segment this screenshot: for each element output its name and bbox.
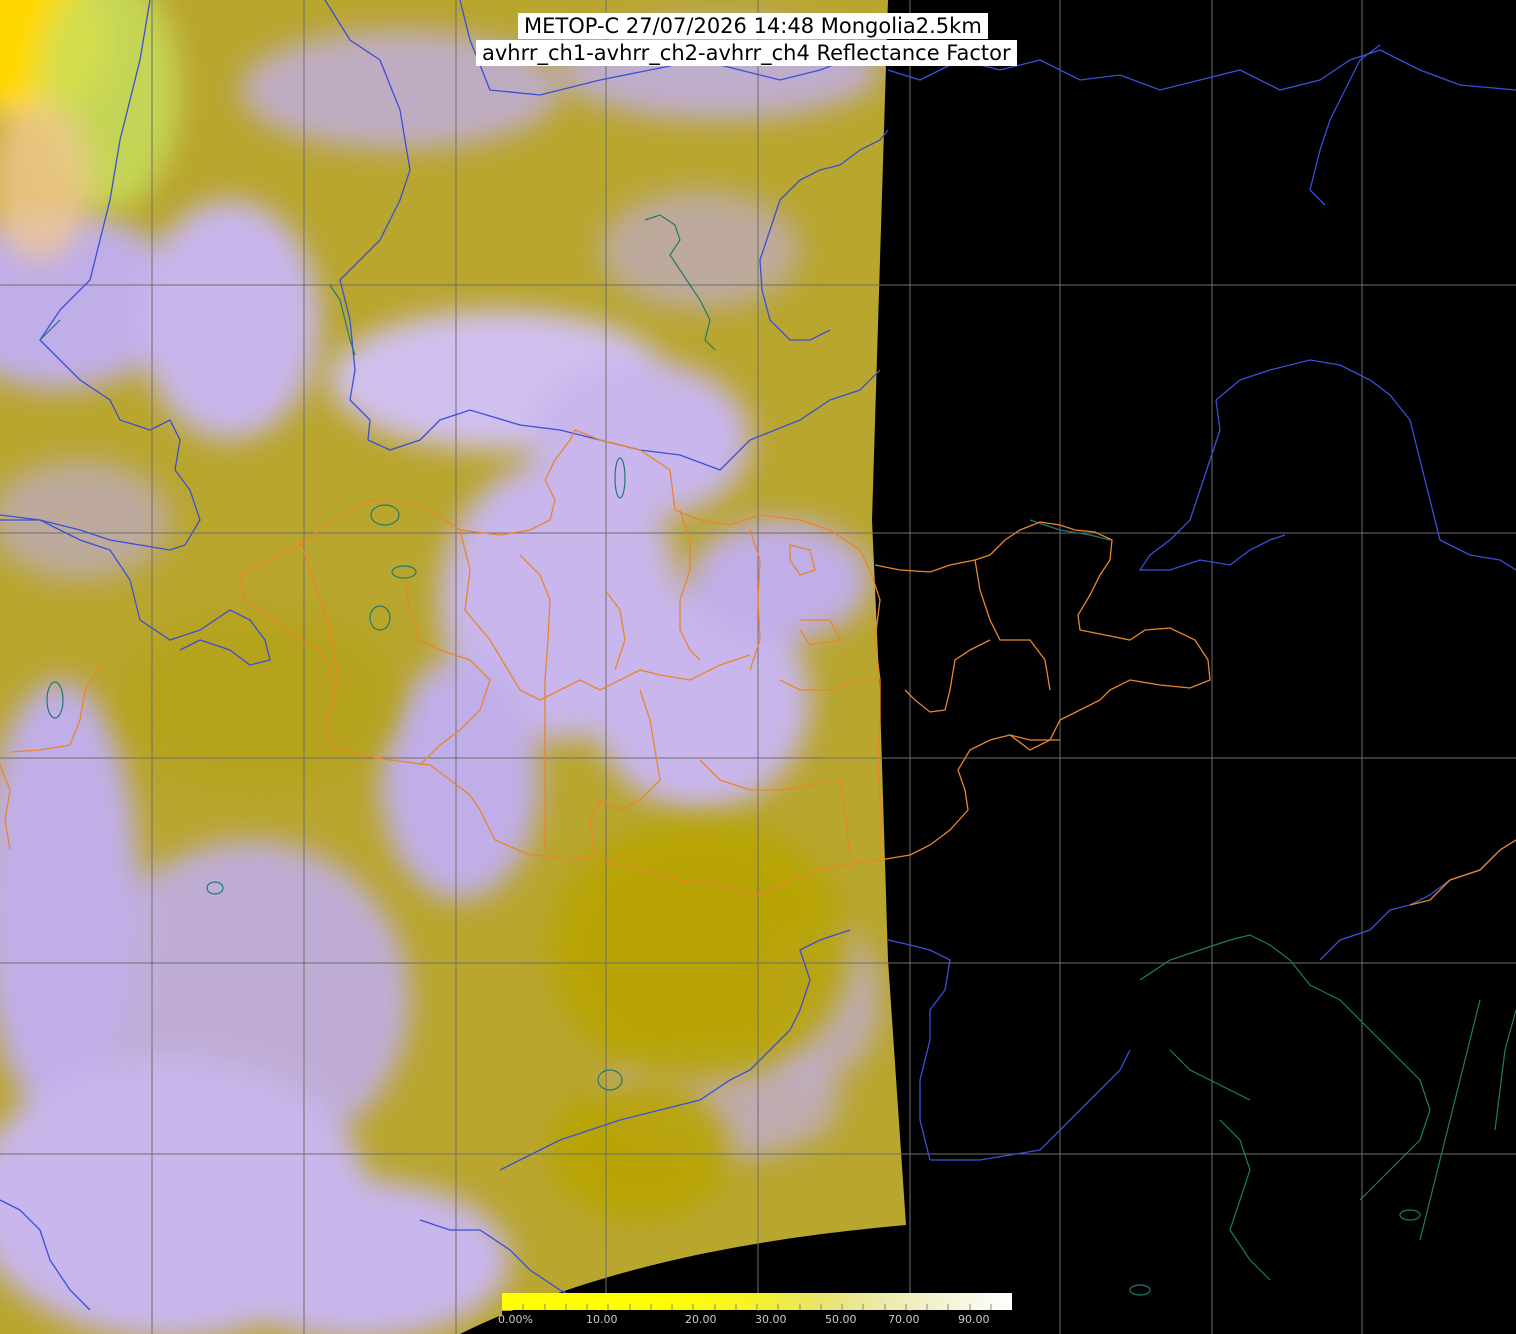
colorbar-label-10: 10.00 xyxy=(586,1313,618,1326)
colorbar-label-50: 50.00 xyxy=(825,1313,857,1326)
colorbar-ramp xyxy=(502,1293,1012,1310)
colorbar-label-0: 0.00% xyxy=(498,1313,533,1326)
title-line-2: avhrr_ch1-avhrr_ch2-avhrr_ch4 Reflectanc… xyxy=(476,40,1017,66)
colorbar-labels: 0.00% 10.00 20.00 30.00 50.00 70.00 90.0… xyxy=(498,1311,1014,1334)
colorbar-label-70: 70.00 xyxy=(888,1313,920,1326)
colorbar-label-30: 30.00 xyxy=(755,1313,787,1326)
colorbar-label-20: 20.00 xyxy=(685,1313,717,1326)
title-line-1: METOP-C 27/07/2026 14:48 Mongolia2.5km xyxy=(518,13,988,39)
satellite-swath xyxy=(0,0,906,1334)
colorbar-legend: 0.00% 10.00 20.00 30.00 50.00 70.00 90.0… xyxy=(498,1293,1014,1334)
colorbar-label-90: 90.00 xyxy=(958,1313,990,1326)
satellite-map xyxy=(0,0,1516,1334)
